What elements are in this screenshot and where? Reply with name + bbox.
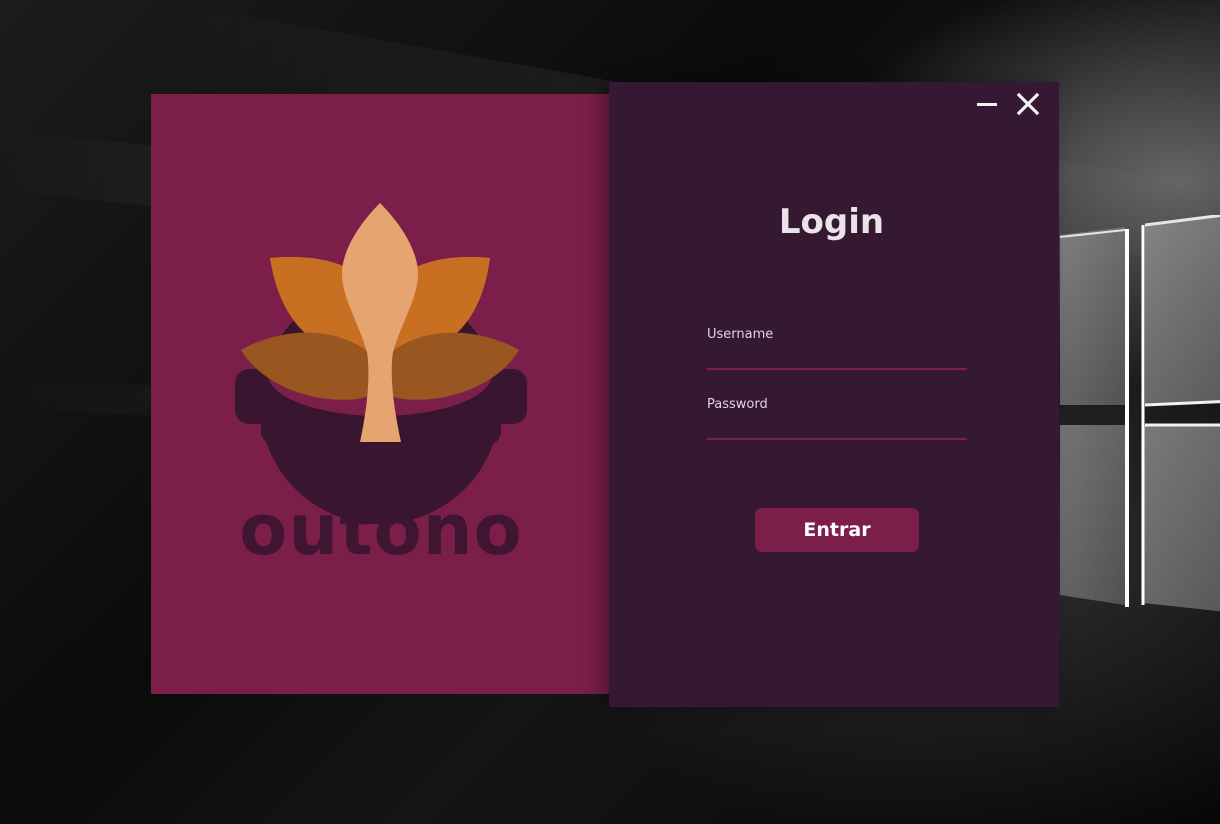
close-button[interactable]	[1012, 92, 1042, 118]
username-field: Username	[707, 327, 967, 370]
autumn-leaf-gear-logo-icon	[235, 203, 527, 524]
username-label: Username	[707, 327, 774, 342]
password-label: Password	[707, 397, 768, 412]
minimize-button[interactable]	[972, 92, 1002, 118]
password-field: Password	[707, 397, 967, 440]
brand-name: outono	[239, 489, 523, 571]
close-icon	[1016, 92, 1040, 116]
brand-panel: outono	[151, 94, 611, 694]
password-input[interactable]	[707, 416, 967, 440]
minimize-icon	[977, 103, 997, 106]
login-title: Login	[778, 202, 885, 242]
login-button[interactable]: Entrar	[755, 508, 919, 552]
windows-logo	[1059, 215, 1220, 612]
username-input[interactable]	[707, 346, 967, 370]
login-panel: Login Username Password Entrar	[609, 82, 1059, 707]
desktop-background: outono Login Username Password Entrar	[0, 0, 1220, 824]
